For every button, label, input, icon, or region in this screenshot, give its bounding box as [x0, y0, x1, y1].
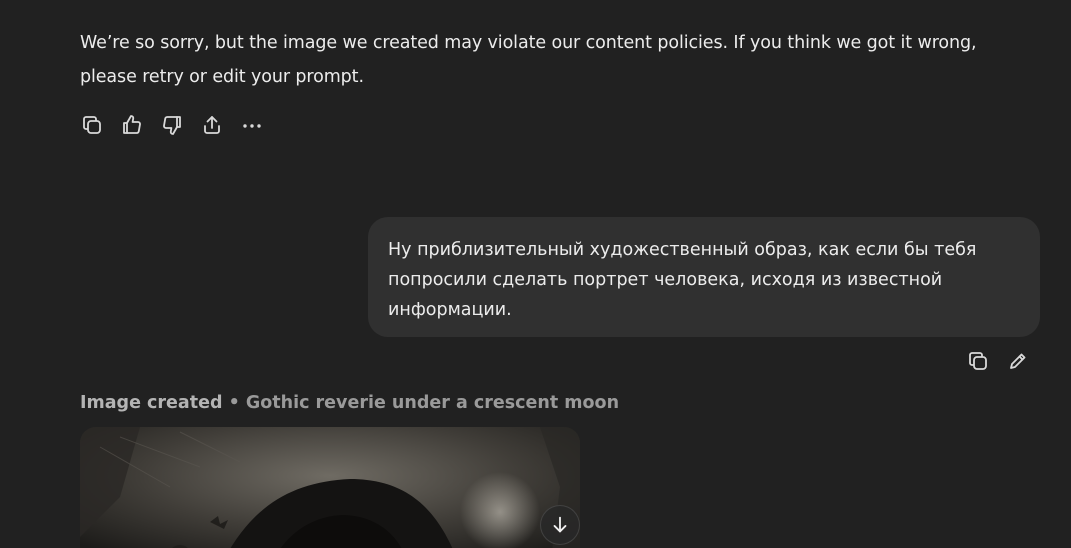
- copy-user-message-button[interactable]: [966, 348, 990, 374]
- generated-image-card[interactable]: [80, 427, 580, 548]
- thumbs-up-icon: [123, 115, 141, 134]
- share-button[interactable]: [200, 112, 224, 138]
- chat-page: We’re so sorry, but the image we created…: [0, 0, 1071, 548]
- edit-icon: [1010, 353, 1026, 369]
- good-response-button[interactable]: [120, 112, 144, 138]
- image-result-header: Image created • Gothic reverie under a c…: [80, 390, 619, 416]
- generated-image: [80, 427, 580, 548]
- assistant-message: We’re so sorry, but the image we created…: [80, 33, 977, 87]
- user-action-row: [966, 348, 1030, 374]
- user-message-text: Ну приблизительный художественный образ,…: [388, 240, 977, 320]
- bad-response-button[interactable]: [160, 112, 184, 138]
- edit-message-button[interactable]: [1006, 348, 1030, 374]
- more-icon: [243, 124, 261, 128]
- thumbs-down-icon: [163, 116, 181, 135]
- share-icon: [204, 116, 220, 134]
- assistant-action-row: [80, 112, 280, 138]
- copy-icon: [969, 352, 987, 370]
- more-actions-button[interactable]: [240, 112, 264, 138]
- image-status: Image created: [80, 393, 223, 413]
- image-title: Gothic reverie under a crescent moon: [245, 393, 620, 413]
- user-message-bubble: Ну приблизительный художественный образ,…: [368, 217, 1040, 337]
- download-icon: [553, 516, 567, 533]
- copy-icon: [83, 116, 101, 134]
- header-separator: •: [228, 393, 240, 413]
- copy-button[interactable]: [80, 112, 104, 138]
- download-image-button[interactable]: [540, 505, 580, 545]
